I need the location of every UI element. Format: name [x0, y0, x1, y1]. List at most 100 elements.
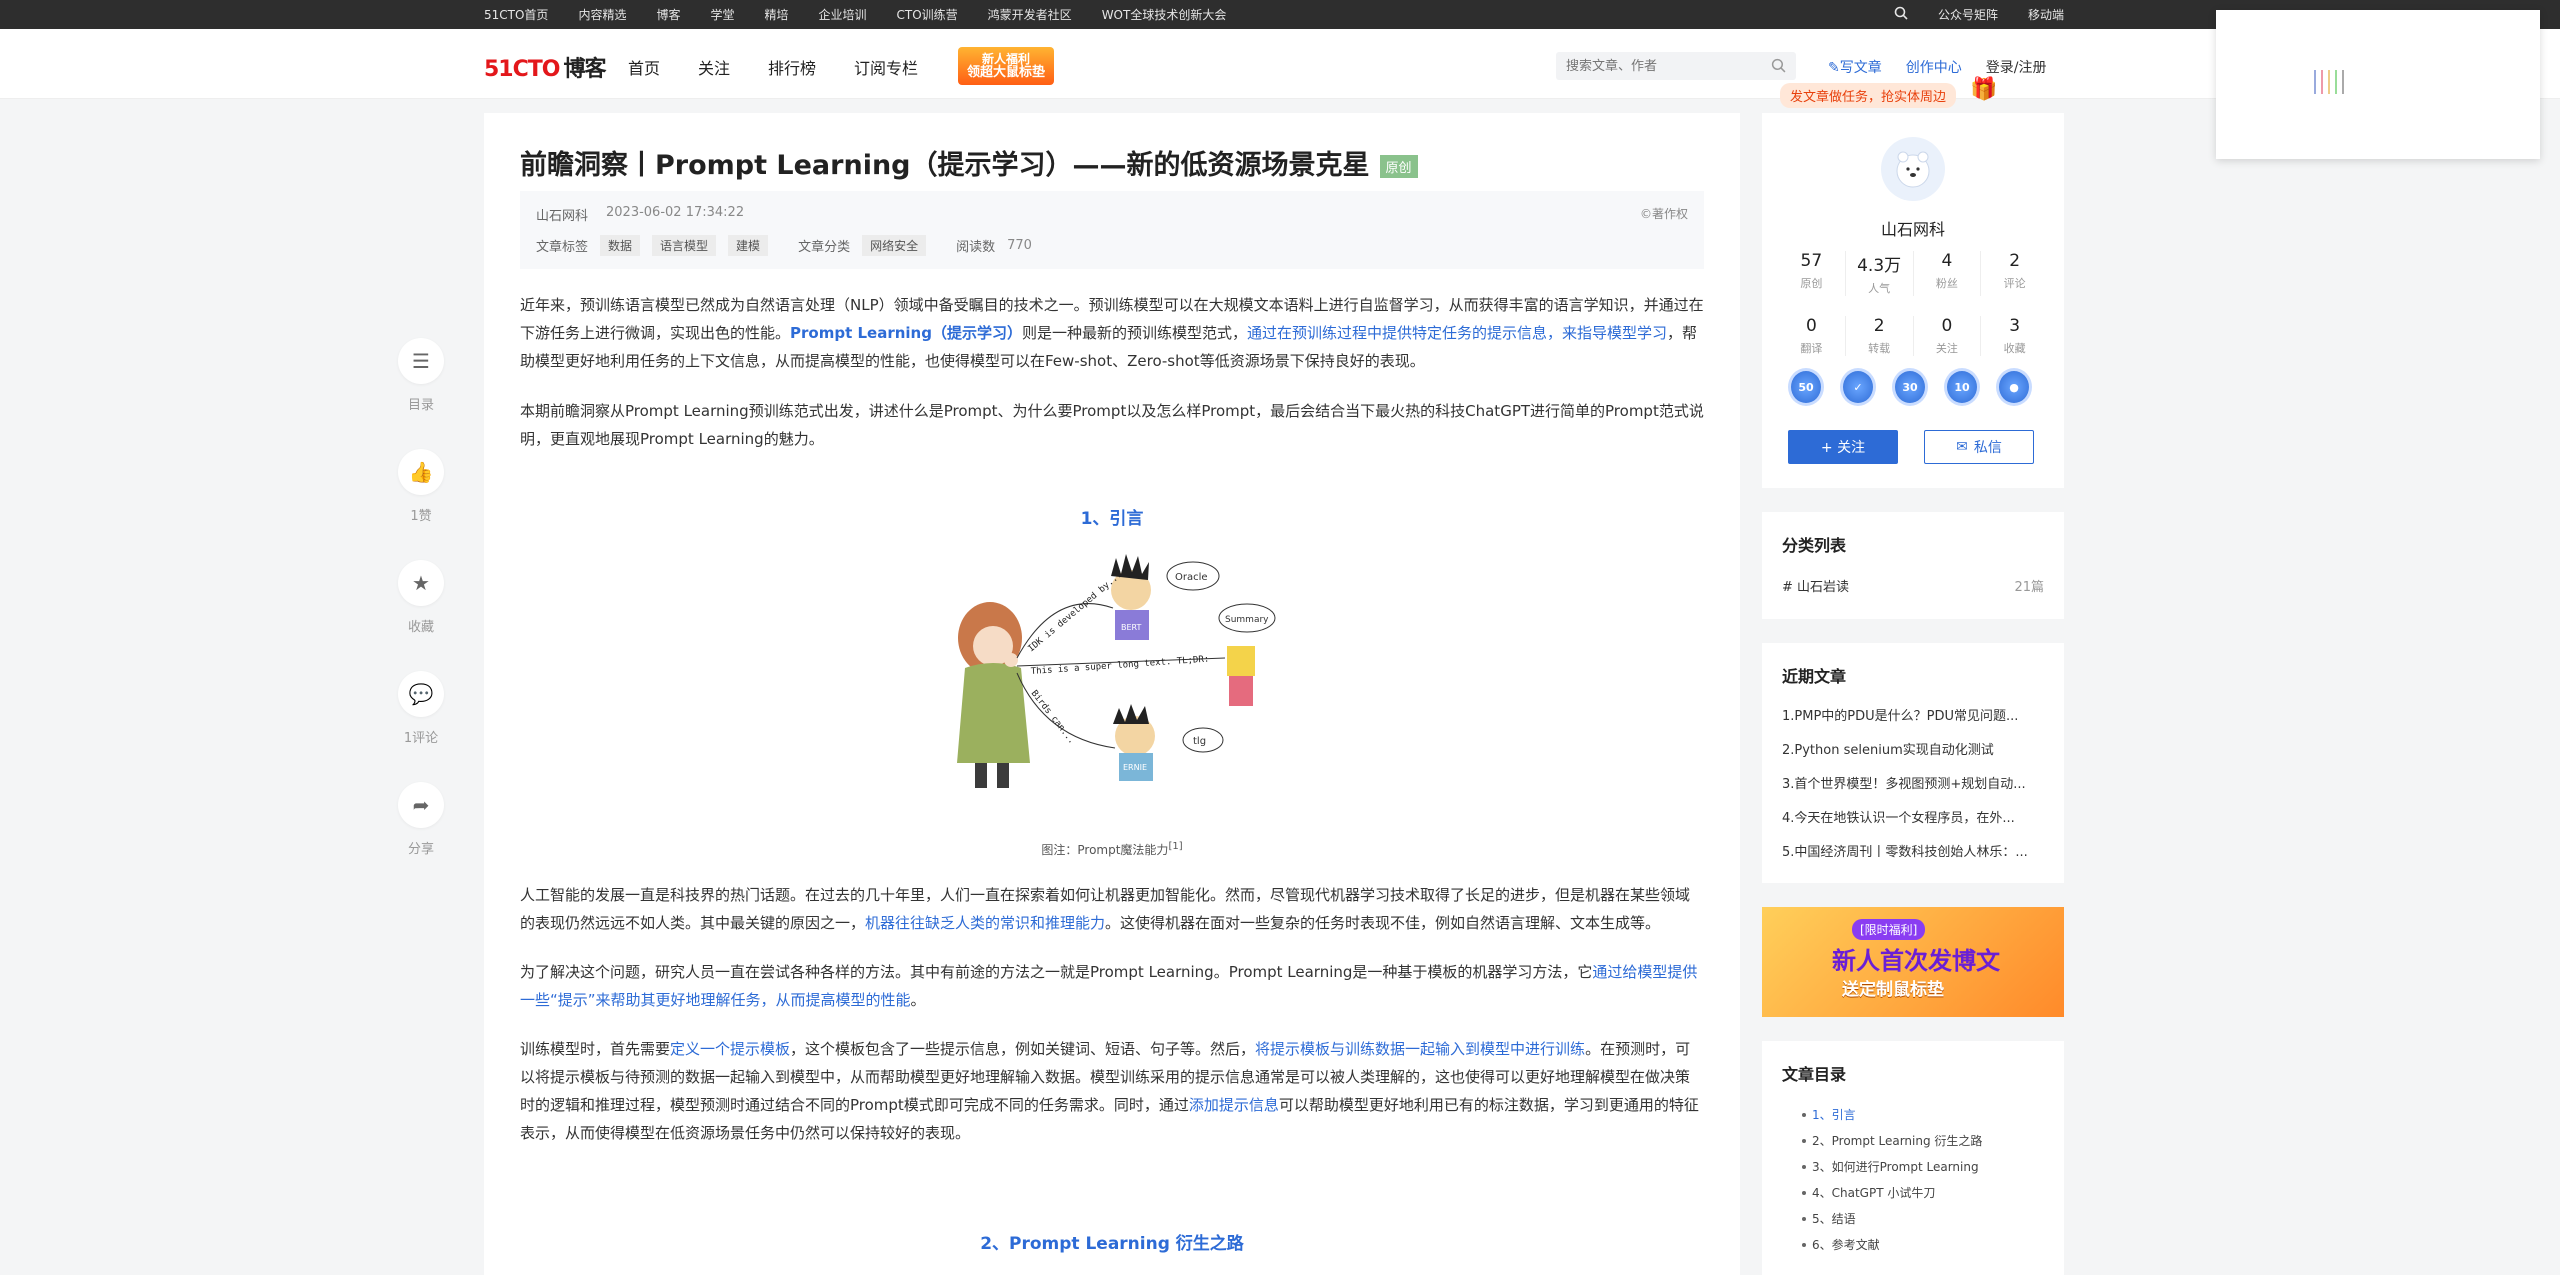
ad-tag: [限时福利] — [1852, 919, 1926, 940]
recent-article-item[interactable]: 4.今天在地铁认识一个女程序员，在外... — [1782, 809, 2044, 843]
tag-item[interactable]: 建模 — [728, 235, 769, 256]
medal-badge-icon[interactable]: ● — [1996, 368, 2032, 406]
p1-highlight-2: 通过在预训练过程中提供特定任务的提示信息，来指导模型学习 — [1246, 324, 1667, 342]
medal-badge-icon[interactable]: 50 — [1788, 368, 1824, 406]
top-nav: 51CTO首页 内容精选 博客 学堂 精培 企业培训 CTO训练营 鸿蒙开发者社… — [484, 0, 1226, 29]
category-tag[interactable]: 网络安全 — [862, 235, 927, 256]
recent-article-item[interactable]: 5.中国经济周刊丨零数科技创始人林乐：... — [1782, 843, 2044, 877]
meta-row-tags: 文章标签 数据 语言模型 建模 文章分类 网络安全 阅读数 770 — [536, 235, 1032, 256]
task-banner[interactable]: 发文章做任务，抢实体周边 🎁 — [1780, 55, 2002, 108]
paragraph-2: 本期前瞻洞察从Prompt Learning预训练范式出发，讲述什么是Promp… — [520, 402, 1704, 448]
toc-item[interactable]: 2、Prompt Learning 衍生之路 — [1802, 1131, 2042, 1157]
search-icon[interactable] — [1894, 6, 1908, 23]
medal-badge-icon[interactable]: 10 — [1944, 368, 1980, 406]
site-logo[interactable]: 51CTO 博客 — [484, 51, 607, 83]
stat-original[interactable]: 57 原创 — [1778, 251, 1846, 296]
gift-icon: 🎁 — [1970, 77, 1998, 102]
top-nav-academy[interactable]: 学堂 — [710, 6, 734, 23]
figure-label-summary: Summary — [1225, 615, 1269, 625]
stat-label: 关注 — [1935, 342, 1958, 355]
top-nav-training[interactable]: 精培 — [764, 6, 788, 23]
promo-ad-banner[interactable]: [限时福利] 新人首次发博文 送定制鼠标垫 — [1762, 907, 2064, 1017]
p1-text-b: 则是一种最新的预训练模型范式， — [1021, 324, 1247, 342]
stat-label: 收藏 — [2003, 342, 2026, 355]
section-heading-evolution: 2、Prompt Learning 衍生之路 — [980, 1234, 1244, 1254]
rail-comment-label: 1评论 — [403, 731, 439, 746]
avatar[interactable] — [1881, 137, 1945, 201]
top-nav-featured[interactable]: 内容精选 — [578, 6, 626, 23]
author-stats-row-2: 0 翻译 2 转载 0 关注 3 收藏 — [1778, 316, 2048, 356]
medal-badge-icon[interactable]: ✓ — [1840, 368, 1876, 406]
tag-item[interactable]: 语言模型 — [652, 235, 717, 256]
rail-share-label: 分享 — [407, 842, 434, 857]
category-name: # 山石岩读 — [1782, 580, 1850, 595]
top-nav-home[interactable]: 51CTO首页 — [484, 6, 548, 23]
newbie-promo-banner[interactable]: 新人福利 领超大鼠标垫 — [958, 47, 1054, 85]
rail-comment[interactable]: 💬 1评论 — [396, 671, 446, 746]
rail-collect[interactable]: ★ 收藏 — [396, 560, 446, 635]
top-nav-wot[interactable]: WOT全球技术创新大会 — [1102, 6, 1227, 23]
stat-value: 0 — [1805, 316, 1817, 336]
stat-following[interactable]: 0 关注 — [1914, 316, 1982, 356]
rail-share[interactable]: ➦ 分享 — [396, 782, 446, 857]
stat-comments[interactable]: 2 评论 — [1981, 251, 2048, 296]
top-nav-harmony[interactable]: 鸿蒙开发者社区 — [988, 6, 1072, 23]
logo-product: 博客 — [563, 57, 606, 82]
recent-article-item[interactable]: 1.PMP中的PDU是什么？PDU常见问题... — [1782, 707, 2044, 741]
copyright-label: ©著作权 — [1639, 207, 1688, 221]
category-item[interactable]: # 山石岩读 21篇 — [1782, 576, 2044, 595]
stat-translations[interactable]: 0 翻译 — [1778, 316, 1846, 356]
toc-item[interactable]: 5、结语 — [1802, 1209, 2042, 1235]
nav-follow[interactable]: 关注 — [698, 55, 730, 79]
nav-ranking[interactable]: 排行榜 — [768, 55, 816, 79]
left-action-rail: ☰ 目录 👍 1赞 ★ 收藏 💬 1评论 ➦ 分享 — [396, 338, 446, 893]
figure-ref[interactable]: [1] — [1168, 841, 1182, 852]
author-link[interactable]: 山石网科 — [536, 205, 588, 224]
nav-home[interactable]: 首页 — [628, 55, 660, 79]
tag-item[interactable]: 数据 — [600, 235, 641, 256]
article-meta: 山石网科 2023-06-02 17:34:22 ©著作权 文章标签 数据 语言… — [520, 191, 1704, 269]
stat-favorites[interactable]: 3 收藏 — [1981, 316, 2048, 356]
rail-toc[interactable]: ☰ 目录 — [396, 338, 446, 413]
toc-item[interactable]: 1、引言 — [1802, 1105, 2042, 1131]
author-name[interactable]: 山石网科 — [1762, 216, 2064, 240]
toc-item[interactable]: 6、参考文献 — [1802, 1235, 2042, 1261]
top-nav-enterprise[interactable]: 企业培训 — [819, 6, 867, 23]
promo-line1: 新人福利 — [981, 52, 1030, 66]
section-heading-intro: 1、引言 — [1080, 509, 1144, 529]
thumbs-up-icon: 👍 — [398, 449, 444, 495]
search-input[interactable] — [1556, 52, 1756, 80]
figure-label-ernie: ERNIE — [1123, 763, 1147, 772]
p5-highlight-2: 将提示模板与训练数据一起输入到模型中进行训练 — [1255, 1040, 1586, 1058]
main-nav: 首页 关注 排行榜 订阅专栏 — [628, 55, 918, 79]
p3-text-b: 。这使得机器在面对一些复杂的任务时表现不佳，例如自然语言理解、文本生成等。 — [1105, 914, 1661, 932]
paragraph-1: 近年来，预训练语言模型已然成为自然语言处理（NLP）领域中备受瞩目的技术之一。预… — [520, 291, 1704, 375]
p3-highlight: 机器往往缺乏人类的常识和推理能力 — [865, 914, 1106, 932]
recent-article-item[interactable]: 3.首个世界模型！多视图预测+规划自动... — [1782, 775, 2044, 809]
nav-subscriptions[interactable]: 订阅专栏 — [854, 55, 918, 79]
stat-label: 评论 — [2003, 277, 2026, 290]
top-bar: 51CTO首页 内容精选 博客 学堂 精培 企业培训 CTO训练营 鸿蒙开发者社… — [0, 0, 2560, 29]
list-icon: ☰ — [398, 338, 444, 384]
stat-value: 4 — [1941, 251, 1953, 271]
message-button[interactable]: ✉ 私信 — [1924, 430, 2034, 464]
recent-article-item[interactable]: 2.Python selenium实现自动化测试 — [1782, 741, 2044, 775]
star-icon: ★ — [398, 560, 444, 606]
medal-badge-icon[interactable]: 30 — [1892, 368, 1928, 406]
stat-value: 2 — [1873, 316, 1885, 336]
toc-item[interactable]: 3、如何进行Prompt Learning — [1802, 1157, 2042, 1183]
top-nav-blog[interactable]: 博客 — [656, 6, 680, 23]
mail-icon: ✉ — [1956, 439, 1968, 455]
reads-count: 770 — [1007, 238, 1032, 253]
rail-like-label: 1赞 — [410, 509, 432, 524]
stat-value: 3 — [2009, 316, 2021, 336]
stat-reposts[interactable]: 2 转载 — [1846, 316, 1914, 356]
top-nav-wechat-matrix[interactable]: 公众号矩阵 — [1938, 6, 1998, 23]
stat-popularity[interactable]: 4.3万 人气 — [1846, 251, 1914, 296]
top-nav-mobile[interactable]: 移动端 — [2028, 6, 2064, 23]
top-nav-cto[interactable]: CTO训练营 — [897, 6, 958, 23]
follow-button[interactable]: + 关注 — [1788, 430, 1898, 464]
rail-like[interactable]: 👍 1赞 — [396, 449, 446, 524]
toc-item[interactable]: 4、ChatGPT 小试牛刀 — [1802, 1183, 2042, 1209]
stat-fans[interactable]: 4 粉丝 — [1914, 251, 1982, 296]
